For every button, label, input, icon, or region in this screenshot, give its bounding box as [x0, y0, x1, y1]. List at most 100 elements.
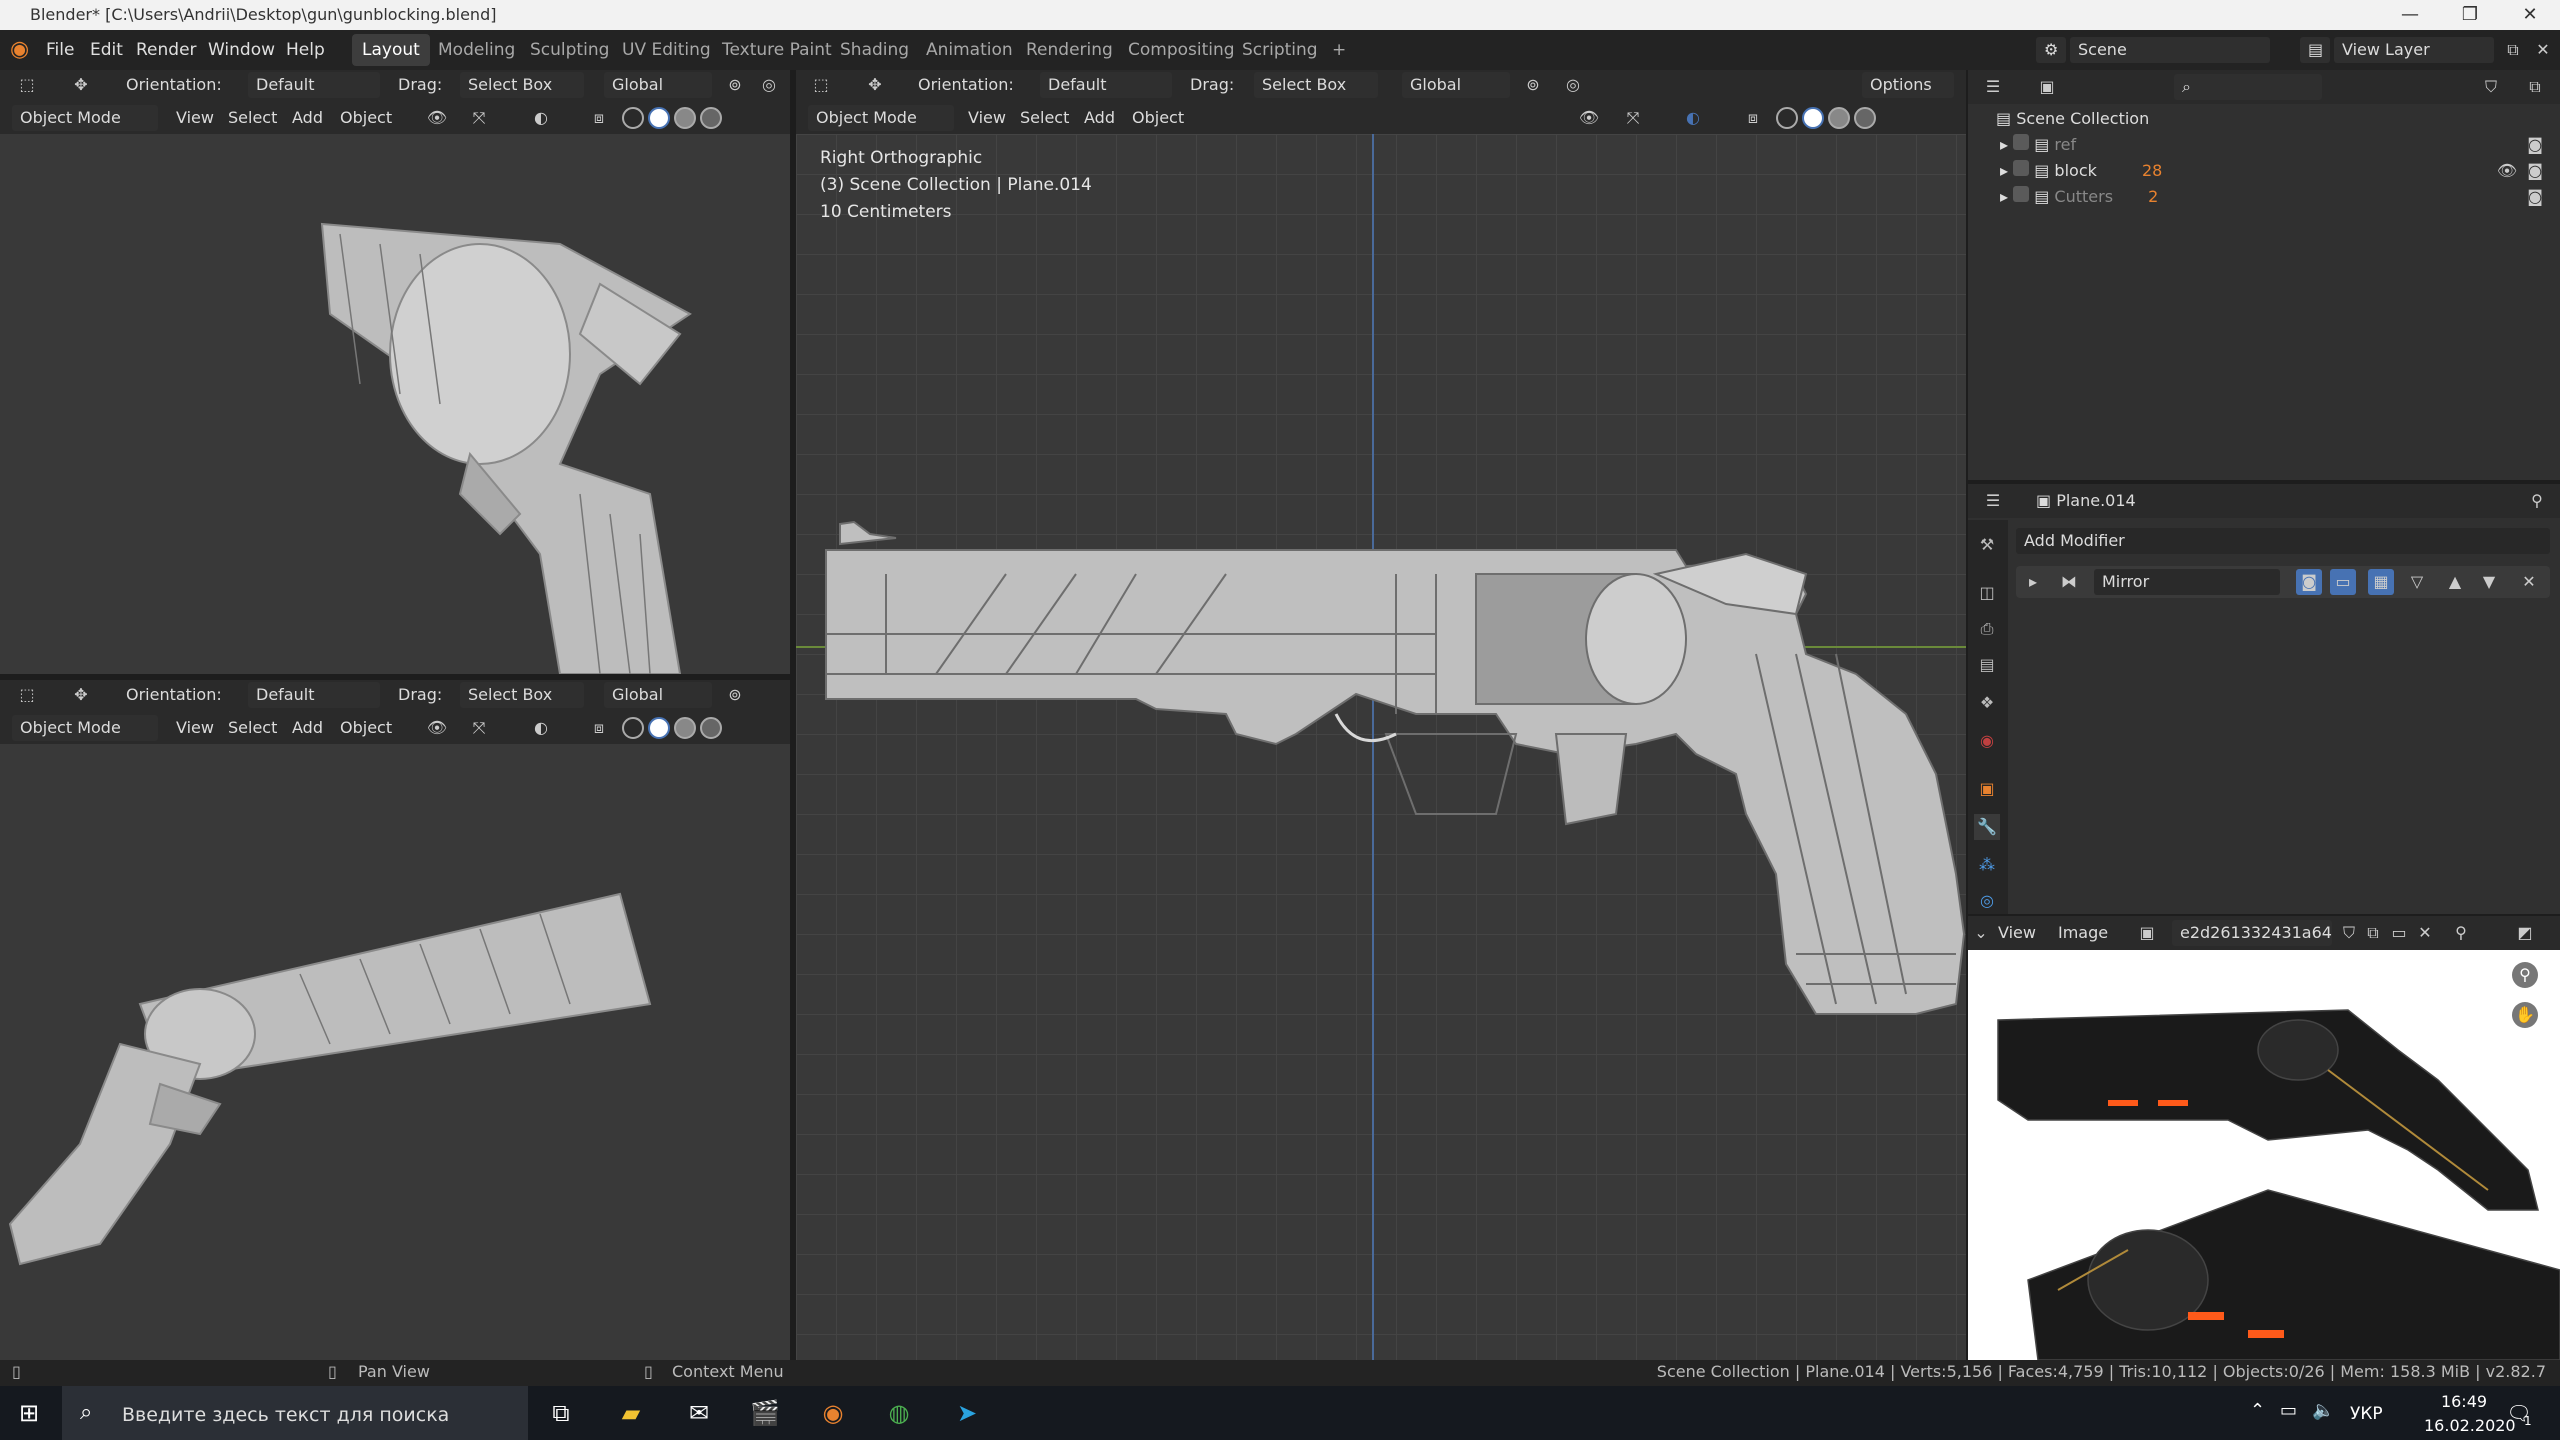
image-name-field[interactable]: e2d261332431a64... [2172, 920, 2332, 946]
tab-animation[interactable]: Animation [916, 34, 1023, 66]
filter-icon[interactable]: ⛉ [2478, 74, 2504, 100]
tab-compositing[interactable]: Compositing [1118, 34, 1245, 66]
view-layer-tab-icon[interactable]: ▤ [1974, 652, 2000, 678]
file-explorer-icon[interactable]: ▰ [610, 1392, 652, 1434]
viewport-perspective-top[interactable] [0, 134, 790, 674]
menu-help[interactable]: Help [286, 30, 325, 70]
clock-date[interactable]: 16.02.2020 [2424, 1416, 2516, 1435]
media-player-icon[interactable]: 🎬 [744, 1392, 786, 1434]
mode-dropdown-2[interactable]: Object Mode [12, 715, 158, 741]
image-menu-image[interactable]: Image [2058, 920, 2108, 946]
editor-type-icon[interactable]: ☰ [1980, 74, 2006, 100]
menu-edit[interactable]: Edit [90, 30, 123, 70]
transform-dropdown-main[interactable]: Global [1402, 72, 1510, 98]
menu-render[interactable]: Render [136, 30, 197, 70]
camera-icon[interactable]: ◙ [2296, 569, 2322, 595]
menu-window[interactable]: Window [208, 30, 275, 70]
camera-icon[interactable]: ◙ [2522, 132, 2548, 158]
view-layer-icon[interactable]: ▤ [2300, 37, 2330, 63]
telegram-icon[interactable]: ➤ [946, 1392, 988, 1434]
camera-icon[interactable]: ◙ [2522, 158, 2548, 184]
scene-icon[interactable]: ⚙ [2036, 37, 2066, 63]
tab-shading[interactable]: Shading [830, 34, 919, 66]
tab-sculpting[interactable]: Sculpting [520, 34, 619, 66]
chrome-icon[interactable]: ◍ [878, 1392, 920, 1434]
eye-icon[interactable]: 👁 [2494, 158, 2520, 184]
menu-add[interactable]: Add [292, 105, 323, 131]
rendered-shading-icon[interactable] [700, 107, 722, 129]
snap-icon[interactable]: ⊚ [722, 72, 748, 98]
tool-tab-icon[interactable]: ⚒ [1974, 532, 2000, 558]
outliner-row-cutters[interactable]: ▸ ▤ Cutters 2 [2000, 184, 2540, 210]
visibility-icon-main[interactable]: 👁 [1576, 105, 1602, 131]
volume-icon[interactable]: 🔈 [2312, 1400, 2334, 1421]
xray-icon-main[interactable]: ⧈ [1740, 105, 1766, 131]
overlay-icon[interactable]: ◐ [528, 105, 554, 131]
menu-view-2[interactable]: View [176, 715, 214, 741]
xray-icon-2[interactable]: ⧈ [586, 715, 612, 741]
network-icon[interactable]: ▭ [2280, 1400, 2297, 1421]
outliner-search-input[interactable]: ⌕ [2174, 74, 2322, 100]
tab-scripting[interactable]: Scripting [1232, 34, 1328, 66]
cage-icon[interactable]: ▽ [2404, 569, 2430, 595]
camera-icon[interactable]: ◙ [2522, 184, 2548, 210]
exclude-checkbox[interactable] [2013, 134, 2030, 150]
menu-add-2[interactable]: Add [292, 715, 323, 741]
menu-select[interactable]: Select [228, 105, 277, 131]
view-layer-selector[interactable]: View Layer [2334, 37, 2494, 63]
tab-rendering[interactable]: Rendering [1016, 34, 1123, 66]
image-browse-icon[interactable]: ▣ [2134, 920, 2160, 946]
select-tool-icon-main[interactable]: ⬚ [808, 72, 834, 98]
new-collection-icon[interactable]: ⧉ [2522, 74, 2548, 100]
wireframe-shading-icon-main[interactable] [1776, 107, 1798, 129]
reference-image[interactable]: ⚲ ✋ [1968, 950, 2560, 1360]
windows-start-icon[interactable]: ⊞ [8, 1392, 50, 1434]
editmode-icon[interactable]: ▦ [2368, 569, 2394, 595]
viewport-perspective-bottom[interactable] [0, 744, 790, 1360]
menu-select-2[interactable]: Select [228, 715, 277, 741]
expand-modifier-icon[interactable]: ▸ [2020, 569, 2046, 595]
zoom-icon[interactable]: ⚲ [2512, 962, 2538, 988]
menu-select-main[interactable]: Select [1020, 105, 1069, 131]
display-channels-icon[interactable]: ◩ [2512, 920, 2538, 946]
close-button[interactable]: ✕ [2500, 0, 2560, 30]
tab-texture-paint[interactable]: Texture Paint [712, 34, 842, 66]
orientation-dropdown[interactable]: Default [248, 72, 380, 98]
menu-view-main[interactable]: View [968, 105, 1006, 131]
select-tool-icon-2[interactable]: ⬚ [14, 682, 40, 708]
tab-uv-editing[interactable]: UV Editing [612, 34, 721, 66]
unlink-image-icon[interactable]: ✕ [2412, 920, 2438, 946]
move-down-icon[interactable]: ▼ [2476, 569, 2502, 595]
solid-shading-icon-main[interactable] [1802, 107, 1824, 129]
scene-tab-icon[interactable]: ❖ [1974, 690, 2000, 716]
collapse-icon[interactable]: ⌄ [1968, 920, 1994, 946]
move-up-icon[interactable]: ▲ [2442, 569, 2468, 595]
drag-dropdown[interactable]: Select Box [460, 72, 584, 98]
material-shading-icon-main[interactable] [1828, 107, 1850, 129]
move-tool-icon[interactable]: ✥ [68, 72, 94, 98]
menu-object-main[interactable]: Object [1132, 105, 1184, 131]
drag-dropdown-main[interactable]: Select Box [1254, 72, 1378, 98]
image-menu-view[interactable]: View [1998, 920, 2036, 946]
snap-icon-2[interactable]: ⊚ [722, 682, 748, 708]
world-tab-icon[interactable]: ◉ [1974, 728, 2000, 754]
rendered-shading-icon-main[interactable] [1854, 107, 1876, 129]
add-workspace-button[interactable]: + [1322, 34, 1356, 66]
select-tool-icon[interactable]: ⬚ [14, 72, 40, 98]
scene-selector[interactable]: Scene [2070, 37, 2270, 63]
menu-object-2[interactable]: Object [340, 715, 392, 741]
material-shading-icon[interactable] [674, 107, 696, 129]
move-tool-icon-main[interactable]: ✥ [862, 72, 888, 98]
object-tab-icon[interactable]: ▣ [1974, 776, 2000, 802]
outliner-row-block[interactable]: ▸ ▤ block 28 [2000, 158, 2540, 184]
visibility-icon[interactable]: 👁 [424, 105, 450, 131]
modifier-name-field[interactable]: Mirror [2094, 569, 2280, 595]
open-image-icon[interactable]: ▭ [2386, 920, 2412, 946]
display-mode-icon[interactable]: ▣ [2034, 74, 2060, 100]
transform-dropdown[interactable]: Global [604, 72, 712, 98]
mode-dropdown[interactable]: Object Mode [12, 105, 158, 131]
pin-icon[interactable]: ⚲ [2524, 488, 2550, 514]
mail-icon[interactable]: ✉ [678, 1392, 720, 1434]
blender-logo-icon[interactable]: ◉ [10, 30, 29, 70]
editor-type-icon[interactable]: ☰ [1980, 488, 2006, 514]
